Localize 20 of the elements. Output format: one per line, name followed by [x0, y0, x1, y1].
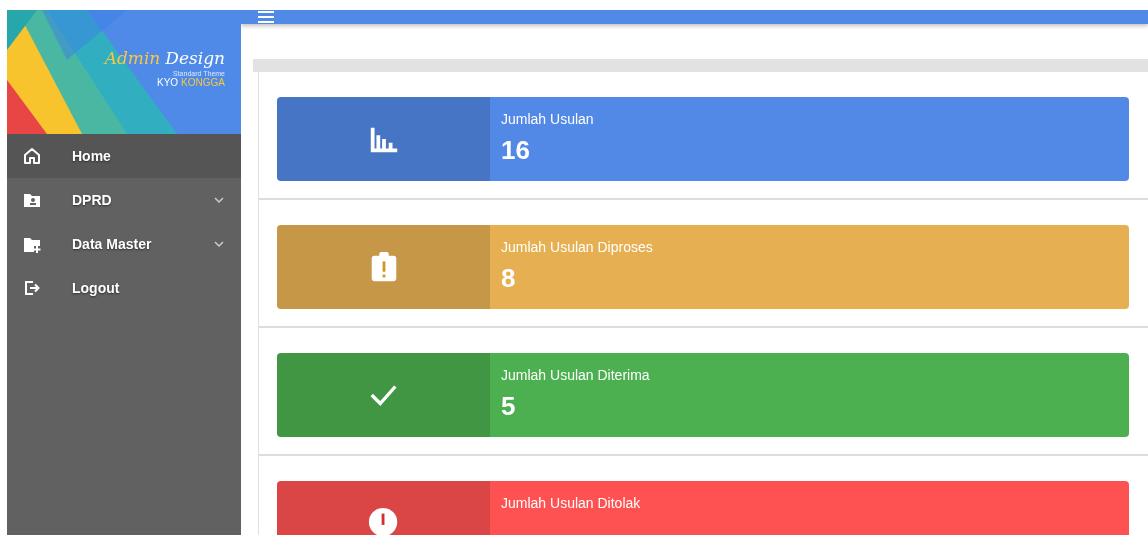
brand-title: Admin — [104, 48, 161, 68]
brand-owner: KYO — [156, 77, 179, 88]
brand-owner: KONGGA — [181, 77, 225, 88]
brand-title: Design — [165, 48, 225, 68]
stat-label: Jumlah Usulan — [501, 111, 595, 127]
folder-plus-icon — [23, 235, 41, 253]
home-icon — [23, 147, 41, 165]
logout-icon — [23, 279, 41, 297]
stat-value: 8 — [501, 263, 517, 294]
sidebar-item[interactable]: Home — [7, 134, 241, 178]
stat-label: Jumlah Usulan Ditolak — [501, 495, 642, 511]
stat-value: 5 — [501, 391, 517, 422]
stat-value: 16 — [501, 135, 531, 166]
folder-person-icon — [23, 191, 41, 209]
menu-icon[interactable] — [258, 10, 274, 24]
sidebar-item[interactable]: Logout — [7, 266, 241, 310]
sidebar-item[interactable]: DPRD — [7, 178, 241, 222]
sidebar-item[interactable]: Data Master — [7, 222, 241, 266]
stat-label: Jumlah Usulan Diterima — [501, 367, 651, 383]
stat-label: Jumlah Usulan Diproses — [501, 239, 654, 255]
